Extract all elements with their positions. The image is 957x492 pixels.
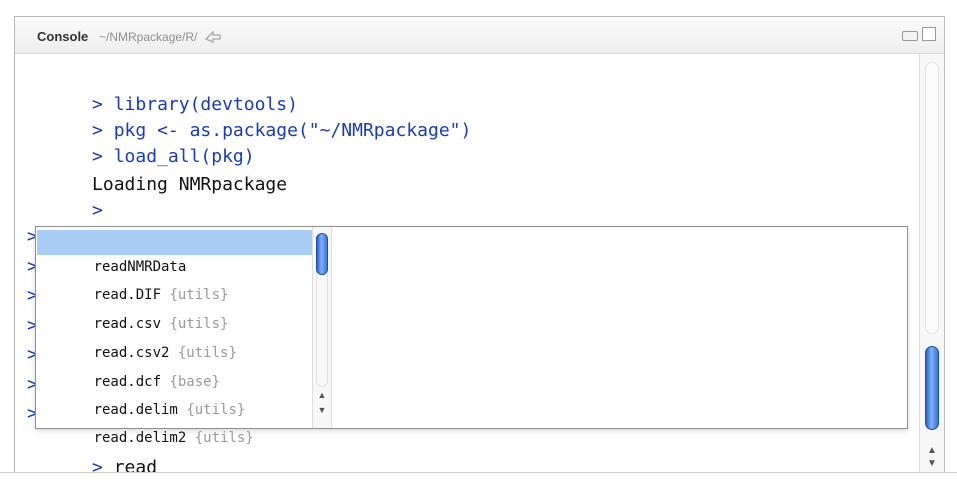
console-title: Console (37, 29, 89, 44)
autocomplete-item[interactable]: read.delim {utils} (37, 373, 313, 418)
working-directory-path: ~/NMRpackage/R/ (99, 30, 198, 44)
output-text: Loading NMRpackage (92, 174, 288, 195)
console-line: > (27, 172, 103, 221)
console-line: > library(devtools) (27, 66, 298, 115)
go-to-directory-icon[interactable] (203, 27, 223, 43)
autocomplete-item[interactable]: read.DIF {utils} (37, 258, 313, 303)
autocomplete-item[interactable]: read.dcf {base} (37, 345, 313, 390)
prompt-symbol: > (92, 200, 103, 221)
autocomplete-item[interactable]: read.csv2 {utils} (37, 316, 313, 361)
scrollbar-thumb[interactable] (925, 346, 939, 430)
maximize-pane-button[interactable] (922, 27, 936, 41)
package-name: {utils} (194, 430, 254, 446)
console-titlebar: Console ~/NMRpackage/R/ (15, 17, 944, 54)
current-input-text[interactable]: read (114, 457, 157, 473)
autocomplete-popup[interactable]: readNMRData read.DIF {utils} read.csv {u… (35, 226, 908, 446)
autocomplete-item[interactable]: read.delim2 {utils} (37, 401, 313, 446)
autocomplete-scrollbar[interactable]: ▲ ▼ (312, 227, 332, 428)
console-output-line: Loading NMRpackage (27, 146, 287, 195)
autocomplete-item-selected[interactable]: readNMRData (37, 230, 313, 275)
scroll-down-arrow-icon[interactable]: ▼ (316, 404, 328, 416)
function-name: read.delim2 (93, 430, 187, 446)
autocomplete-item[interactable]: read.csv {utils} (37, 287, 313, 332)
scroll-down-arrow-icon[interactable]: ▼ (926, 458, 938, 470)
prompt-symbol: > (92, 457, 103, 473)
console-vertical-scrollbar[interactable]: ▲ ▼ (919, 54, 944, 473)
scrollbar-thumb[interactable] (316, 233, 328, 275)
scrollbar-track[interactable] (925, 62, 939, 334)
console-line: > pkg <- as.package("~/NMRpackage") (27, 92, 471, 141)
scroll-up-arrow-icon[interactable]: ▲ (926, 445, 938, 457)
scroll-up-arrow-icon[interactable]: ▲ (316, 389, 328, 401)
minimize-pane-button[interactable] (902, 31, 918, 41)
pane-bottom-divider (0, 472, 957, 473)
autocomplete-list[interactable]: readNMRData read.DIF {utils} read.csv {u… (36, 227, 326, 446)
console-line: > load_all(pkg) (27, 118, 255, 167)
